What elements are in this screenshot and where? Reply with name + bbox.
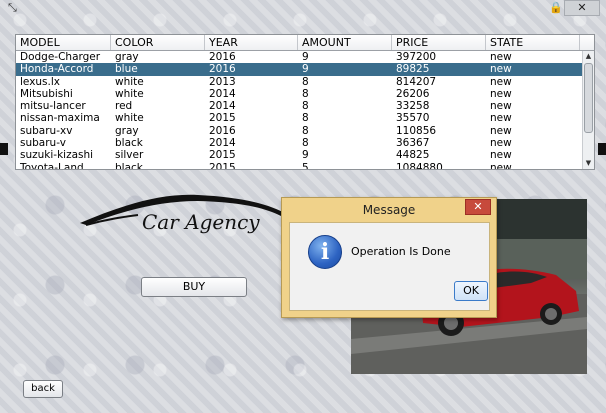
table-row[interactable]: suzuki-kizashi silver 2015 9 44825 new [16,149,594,161]
cell-amount: 8 [302,124,309,137]
cell-model: Dodge-Charger [20,51,101,63]
cell-price: 1084880 [396,161,443,170]
window-title-bar: ⤡ 🔒 ✕ [0,0,606,16]
cell-amount: 9 [302,51,309,63]
dialog-close-button[interactable]: ✕ [465,199,491,215]
cell-price: 36367 [396,137,430,150]
cell-color: gray [115,51,139,63]
cell-year: 2015 [209,161,236,170]
table-row[interactable]: Dodge-Charger gray 2016 9 397200 new [16,51,594,63]
cell-year: 2013 [209,75,236,88]
cell-year: 2016 [209,63,236,76]
cell-price: 35570 [396,112,430,125]
window-close-button[interactable]: ✕ [564,0,600,16]
column-header-state[interactable]: STATE [486,35,580,50]
table-row[interactable]: mitsu-lancer red 2014 8 33258 new [16,100,594,112]
cell-model: mitsu-lancer [20,100,86,113]
cell-color: black [115,137,143,150]
cell-amount: 8 [302,100,309,113]
table-row[interactable]: lexus.lx white 2013 8 814207 new [16,76,594,88]
cell-color: gray [115,124,139,137]
cell-model: Toyota-Land [20,161,84,170]
column-header-amount[interactable]: AMOUNT [298,35,392,50]
column-header-model[interactable]: MODEL [16,35,111,50]
table-header: MODEL COLOR YEAR AMOUNT PRICE STATE [16,35,594,51]
cell-amount: 8 [302,137,309,150]
cell-state: new [490,161,512,170]
cell-color: red [115,100,133,113]
cell-price: 397200 [396,51,437,63]
cell-state: new [490,51,512,63]
cell-year: 2014 [209,87,236,100]
column-header-price[interactable]: PRICE [392,35,486,50]
cell-model: subaru-xv [20,124,73,137]
ok-button[interactable]: OK [454,281,488,301]
cell-model: lexus.lx [20,75,61,88]
table-row[interactable]: nissan-maxima white 2015 8 35570 new [16,112,594,124]
cell-year: 2014 [209,137,236,150]
table-row[interactable]: Toyota-Land black 2015 5 1084880 new [16,161,594,170]
buy-button[interactable]: BUY [141,277,247,297]
back-button[interactable]: back [23,380,63,398]
cell-price: 33258 [396,100,430,113]
table-row[interactable]: subaru-xv gray 2016 8 110856 new [16,125,594,137]
cell-price: 110856 [396,124,437,137]
message-dialog: Message ✕ i Operation Is Done OK [281,197,497,318]
cell-state: new [490,149,512,162]
cell-year: 2014 [209,100,236,113]
cell-state: new [490,124,512,137]
cell-year: 2016 [209,51,236,63]
table-row[interactable]: subaru-v black 2014 8 36367 new [16,137,594,149]
cell-amount: 9 [302,63,309,76]
cell-state: new [490,112,512,125]
cell-color: silver [115,149,144,162]
cell-state: new [490,75,512,88]
table-scrollbar[interactable]: ▲ ▼ [582,51,594,169]
column-header-color[interactable]: COLOR [111,35,205,50]
table-body: Dodge-Charger gray 2016 9 397200 new Honda-Acc… [16,51,594,170]
cell-color: white [115,87,144,100]
cell-color: black [115,161,143,170]
cell-year: 2015 [209,112,236,125]
cars-table[interactable]: MODEL COLOR YEAR AMOUNT PRICE STATE Dodg… [15,34,595,170]
cell-color: blue [115,63,138,76]
column-header-year[interactable]: YEAR [205,35,298,50]
cell-year: 2016 [209,124,236,137]
left-edge-marker [0,143,8,155]
cell-model: subaru-v [20,137,66,150]
dialog-title: Message [362,203,416,217]
cell-state: new [490,87,512,100]
dialog-message: Operation Is Done [351,245,451,258]
cell-model: suzuki-kizashi [20,149,94,162]
cell-state: new [490,63,512,76]
cell-color: white [115,75,144,88]
cell-amount: 9 [302,149,309,162]
scroll-down-icon[interactable]: ▼ [583,158,594,169]
cell-price: 44825 [396,149,430,162]
scroll-up-icon[interactable]: ▲ [583,51,594,62]
cell-price: 814207 [396,75,437,88]
cell-amount: 8 [302,112,309,125]
resize-icon[interactable]: ⤡ [8,2,18,13]
lock-icon: 🔒 [549,1,563,14]
cell-color: white [115,112,144,125]
cell-price: 26206 [396,87,430,100]
cell-price: 89825 [396,63,430,76]
cell-model: nissan-maxima [20,112,100,125]
cell-model: Mitsubishi [20,87,73,100]
cell-model: Honda-Accord [20,63,94,76]
logo-text: Car Agency [142,210,260,234]
dialog-content: i Operation Is Done OK [289,222,490,311]
cell-state: new [490,100,512,113]
info-icon: i [308,235,342,269]
cell-amount: 8 [302,75,309,88]
cell-year: 2015 [209,149,236,162]
cell-amount: 5 [302,161,309,170]
cell-state: new [490,137,512,150]
table-row[interactable]: Mitsubishi white 2014 8 26206 new [16,88,594,100]
right-edge-marker [598,143,606,155]
table-row[interactable]: Honda-Accord blue 2016 9 89825 new [16,63,594,76]
cell-amount: 8 [302,87,309,100]
scroll-thumb[interactable] [584,63,593,133]
